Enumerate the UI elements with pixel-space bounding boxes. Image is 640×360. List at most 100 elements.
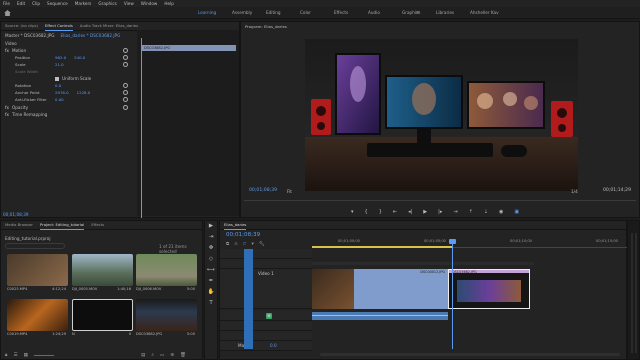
menu-markers[interactable]: Markers [75, 1, 92, 6]
wrench-icon[interactable]: 🔧︎ [259, 242, 265, 247]
new-bin-icon[interactable]: ▭ [160, 353, 164, 358]
reset-icon[interactable] [123, 48, 128, 53]
new-item-icon[interactable]: ⊕ [170, 353, 174, 358]
property-value-2[interactable]: 540.0 [74, 55, 85, 60]
reset-icon[interactable] [123, 105, 128, 110]
play-icon[interactable]: ▶ [423, 209, 427, 215]
automate-icon[interactable]: ▤ [141, 353, 145, 358]
fit-dropdown[interactable]: Fit [287, 189, 292, 194]
timeline-ruler[interactable]: 00;01;00;00 00;01;05;00 00;01;10;00 00;0… [338, 238, 618, 244]
project-item[interactable]: DSC03682.JPG 5:00 [136, 299, 197, 337]
property-value[interactable]: 0.0 [55, 83, 61, 88]
ec-clip-bar[interactable]: DSC03682.JPG [141, 45, 236, 51]
extract-icon[interactable]: ⇣ [484, 209, 488, 215]
razor-tool-icon[interactable]: ◇ [205, 254, 217, 265]
project-item[interactable]: C0019.MP4 1:24;29 [7, 299, 68, 337]
workspace-tab-audio[interactable]: Audio [368, 10, 402, 16]
uniform-scale-checkbox[interactable] [55, 76, 59, 81]
menu-sequence[interactable]: Sequence [47, 1, 68, 6]
reset-icon[interactable] [123, 90, 128, 95]
sequence-clip-label[interactable]: Elias_daries * DSC03682.JPG [61, 33, 121, 38]
resolution-dropdown[interactable]: 1/4 [571, 189, 578, 194]
hand-tool-icon[interactable]: ✋ [205, 287, 217, 298]
tab-media-browser[interactable]: Media Browser [5, 221, 33, 229]
workspace-tab-effects[interactable]: Effects [334, 10, 368, 16]
work-area-bar[interactable] [312, 246, 452, 248]
workspace-tab-custom[interactable]: Ahsheller Kav [470, 10, 504, 16]
source-patch-highlight[interactable] [244, 249, 253, 349]
project-search-input[interactable] [5, 243, 65, 249]
audio-clip[interactable] [312, 312, 448, 320]
menu-window[interactable]: Window [141, 1, 158, 6]
menu-view[interactable]: View [124, 1, 134, 6]
icon-view-icon[interactable]: ▦ [24, 353, 28, 358]
property-value[interactable]: 2976.0 [55, 90, 69, 95]
property-value[interactable]: 0.00 [55, 97, 64, 102]
step-back-icon[interactable]: ◂| [408, 209, 412, 215]
workspace-tab-libraries[interactable]: Libraries [436, 10, 470, 16]
timeline-scrollbar[interactable] [320, 353, 620, 356]
export-frame-icon[interactable]: ◉ [499, 209, 503, 215]
go-to-out-icon[interactable]: ⇥ [453, 209, 457, 215]
list-view-icon[interactable]: ☰ [13, 353, 17, 358]
tab-source[interactable]: Source: (no clips) [5, 22, 38, 30]
workspace-tab-color[interactable]: Color [300, 10, 334, 16]
menu-graphics[interactable]: Graphics [98, 1, 117, 6]
timeline-clip[interactable]: DSC04012.JPG [354, 269, 448, 309]
tab-audio-track-mixer[interactable]: Audio Track Mixer: Elias_daries [80, 22, 138, 30]
zoom-slider[interactable] [33, 354, 54, 356]
property-value-2[interactable]: 1228.0 [77, 90, 91, 95]
ripple-edit-tool-icon[interactable]: ✥ [205, 243, 217, 254]
menu-clip[interactable]: Clip [32, 1, 40, 6]
step-forward-icon[interactable]: |▸ [438, 209, 442, 215]
project-item-selected[interactable]: N0 [72, 299, 133, 337]
playhead-handle[interactable] [449, 239, 456, 244]
project-item[interactable]: C0025.MP4 4:12;24 [7, 254, 68, 292]
program-timecode[interactable]: 00;01;08;39 [249, 188, 277, 193]
add-marker-icon[interactable]: ▾ [252, 242, 254, 247]
lift-icon[interactable]: ⇡ [469, 209, 473, 215]
mute-toggle[interactable]: M [266, 313, 272, 319]
trash-icon[interactable]: 🗑︎ [180, 353, 186, 358]
program-title[interactable]: Program: Elias_daries [245, 24, 287, 29]
timeline-clip-selected[interactable]: DSC03682.JPG [448, 269, 530, 309]
workspace-tab-assembly[interactable]: Assembly [232, 10, 266, 16]
master-clip-label[interactable]: Master * DSC03682.JPG [5, 33, 55, 38]
ec-playhead[interactable] [141, 38, 142, 218]
menu-file[interactable]: File [3, 1, 10, 6]
find-icon[interactable]: ⌕ [151, 352, 154, 358]
slip-tool-icon[interactable]: ⟷ [205, 265, 217, 276]
snap-icon[interactable]: ∩ [234, 242, 237, 247]
motion-row[interactable]: fx Motion [1, 47, 138, 54]
menu-help[interactable]: Help [164, 1, 174, 6]
lock-icon[interactable]: 🔒︎ [5, 352, 7, 358]
timeline-timecode[interactable]: 00;01;08;39 [226, 232, 260, 238]
selection-tool-icon[interactable]: ▶ [205, 221, 217, 232]
track-select-tool-icon[interactable]: ⇥ [205, 232, 217, 243]
go-to-in-icon[interactable]: ⇤ [393, 209, 397, 215]
tab-project[interactable]: Project: Editing_tutorial [40, 221, 85, 230]
tab-sequence[interactable]: Elias_daries [224, 221, 247, 230]
home-icon[interactable] [4, 10, 11, 16]
mark-in-icon[interactable]: { [365, 209, 368, 215]
project-item[interactable]: DJI_0006.MOV 5:00 [136, 254, 197, 292]
reset-icon[interactable] [123, 83, 128, 88]
property-value[interactable]: 962.0 [55, 55, 66, 60]
timeline-clip[interactable] [312, 269, 354, 309]
reset-icon[interactable] [123, 55, 128, 60]
time-remap-row[interactable]: fx Time Remapping [1, 111, 138, 118]
mark-out-icon[interactable]: } [379, 209, 382, 215]
nest-icon[interactable]: ⧉ [226, 241, 229, 247]
property-value[interactable]: 21.0 [55, 62, 64, 67]
opacity-row[interactable]: fx Opacity [1, 104, 138, 111]
master-volume[interactable]: 0.0 [270, 343, 277, 348]
linked-selection-icon[interactable]: ⊂ [243, 242, 247, 247]
reset-icon[interactable] [123, 97, 128, 102]
workspace-tab-learning[interactable]: Learning [198, 10, 232, 16]
program-scrubber[interactable] [244, 200, 636, 201]
comparison-view-icon[interactable]: ▣ [514, 209, 519, 215]
workspace-tab-editing[interactable]: Editing [266, 10, 300, 16]
tab-effects[interactable]: Effects [91, 221, 104, 229]
menu-edit[interactable]: Edit [17, 1, 25, 6]
reset-icon[interactable] [123, 62, 128, 67]
